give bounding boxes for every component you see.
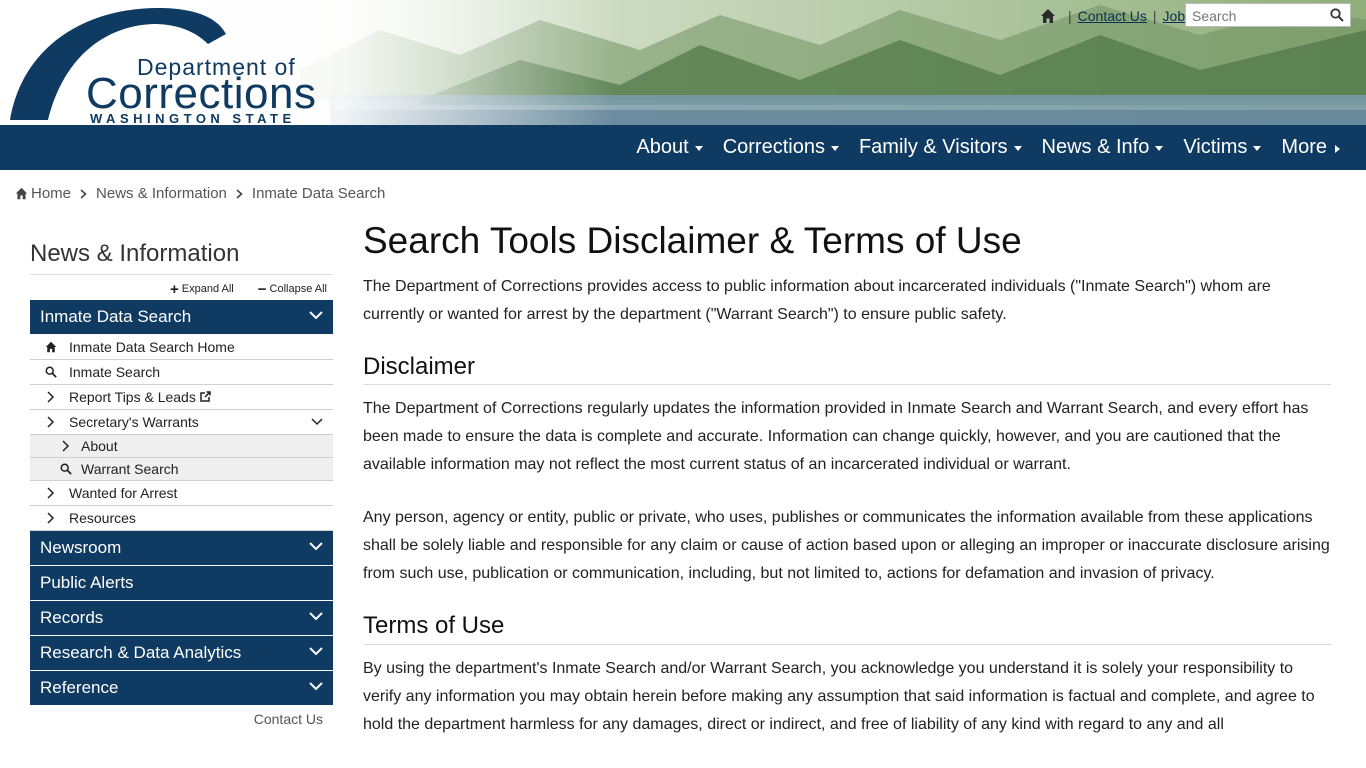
sidebar-item-warrant-search[interactable]: Warrant Search xyxy=(30,458,333,481)
section-label: Public Alerts xyxy=(40,573,134,592)
section-label: Reference xyxy=(40,678,119,697)
disclaimer-paragraph-1: The Department of Corrections regularly … xyxy=(363,400,1309,473)
breadcrumb: Home News & Information Inmate Data Sear… xyxy=(15,185,385,202)
nav-family-visitors[interactable]: Family & Visitors xyxy=(859,136,1022,159)
disclaimer-heading: Disclaimer xyxy=(363,352,1331,385)
contact-us-link[interactable]: Contact Us xyxy=(1078,8,1147,24)
sidebar-item-label: Secretary's Warrants xyxy=(69,414,199,430)
expand-all-button[interactable]: + Expand All xyxy=(170,281,234,298)
chevron-right-icon xyxy=(236,188,243,199)
chevron-right-icon xyxy=(47,391,55,403)
nav-news-info[interactable]: News & Info xyxy=(1042,136,1164,159)
sidebar-item-label: Resources xyxy=(69,510,136,526)
search-icon xyxy=(60,463,72,475)
chevron-right-icon xyxy=(47,512,55,524)
sidebar-item-secretarys-warrants[interactable]: Secretary's Warrants xyxy=(30,410,333,435)
minus-icon: − xyxy=(257,280,267,298)
home-icon[interactable] xyxy=(1040,8,1056,24)
sidebar-item-inmate-search[interactable]: Inmate Search xyxy=(30,360,333,385)
nav-label: Corrections xyxy=(722,136,825,158)
chevron-right-icon xyxy=(62,440,70,452)
nav-label: Family & Visitors xyxy=(858,136,1008,158)
chevron-down-icon xyxy=(309,311,323,320)
main-content: Search Tools Disclaimer & Terms of Use T… xyxy=(363,218,1331,739)
expand-collapse-controls: + Expand All − Collapse All xyxy=(30,278,333,300)
chevron-down-icon xyxy=(309,682,323,691)
sidebar-section-reference[interactable]: Reference xyxy=(30,671,333,706)
search-icon xyxy=(45,366,57,378)
separator: | xyxy=(1068,8,1072,24)
nav-victims[interactable]: Victims xyxy=(1183,136,1262,159)
external-link-icon xyxy=(200,391,211,402)
section-label: Research & Data Analytics xyxy=(40,643,242,662)
sidebar-item-inmate-data-search-home[interactable]: Inmate Data Search Home xyxy=(30,335,333,360)
utility-links: | Contact Us | Jobs xyxy=(1040,4,1192,28)
caret-right-icon xyxy=(1335,144,1340,153)
sidebar-title: News & Information xyxy=(30,236,333,275)
plus-icon: + xyxy=(170,280,179,298)
sidebar-item-report-tips-leads[interactable]: Report Tips & Leads xyxy=(30,385,333,410)
separator: | xyxy=(1152,8,1157,24)
chevron-down-icon[interactable] xyxy=(311,418,323,426)
sidebar-section-research-data-analytics[interactable]: Research & Data Analytics xyxy=(30,636,333,671)
search-icon[interactable] xyxy=(1330,8,1344,22)
collapse-all-button[interactable]: − Collapse All xyxy=(258,281,327,298)
caret-down-icon xyxy=(1155,146,1164,151)
disclaimer-paragraph-2: Any person, agency or entity, public or … xyxy=(363,509,1330,582)
section-label: Records xyxy=(40,608,104,627)
collapse-all-label: Collapse All xyxy=(269,283,327,295)
sidebar-item-label: Report Tips & Leads xyxy=(69,389,196,405)
main-navbar: About Corrections Family & Visitors News… xyxy=(0,125,1366,170)
sidebar-section-newsroom[interactable]: Newsroom xyxy=(30,531,333,566)
intro-paragraph: The Department of Corrections provides a… xyxy=(363,278,1271,323)
sidebar-item-label: About xyxy=(81,438,118,454)
chevron-right-icon xyxy=(47,487,55,499)
site-search-box xyxy=(1185,3,1351,27)
caret-down-icon xyxy=(830,146,839,151)
nav-label: Victims xyxy=(1183,136,1248,158)
sidebar-contact-us-link[interactable]: Contact Us xyxy=(30,711,333,727)
sidebar-item-label: Warrant Search xyxy=(81,461,179,477)
nav-more[interactable]: More xyxy=(1281,136,1340,159)
sidebar-item-label: Inmate Data Search Home xyxy=(69,339,235,355)
sidebar-section-public-alerts[interactable]: Public Alerts xyxy=(30,566,333,601)
terms-paragraph-1: By using the department's Inmate Search … xyxy=(363,660,1315,733)
page-title: Search Tools Disclaimer & Terms of Use xyxy=(363,220,1022,261)
section-label: Inmate Data Search xyxy=(40,307,192,326)
sidebar-item-label: Inmate Search xyxy=(69,364,161,380)
chevron-down-icon xyxy=(309,542,323,551)
nav-label: More xyxy=(1281,136,1327,158)
sidebar-item-label: Wanted for Arrest xyxy=(69,485,178,501)
chevron-right-icon xyxy=(80,188,87,199)
nav-corrections[interactable]: Corrections xyxy=(723,136,839,159)
sidebar-item-resources[interactable]: Resources xyxy=(30,506,333,531)
section-label: Newsroom xyxy=(40,538,122,557)
home-icon xyxy=(45,341,57,353)
chevron-right-icon xyxy=(47,416,55,428)
nav-label: About xyxy=(636,136,689,158)
caret-down-icon xyxy=(694,146,703,151)
breadcrumb-current: Inmate Data Search xyxy=(251,185,386,202)
site-header: Department of Corrections WASHINGTON STA… xyxy=(0,0,1366,125)
chevron-down-icon xyxy=(309,612,323,621)
nav-label: News & Info xyxy=(1041,136,1150,158)
expand-all-label: Expand All xyxy=(181,283,234,295)
terms-of-use-heading: Terms of Use xyxy=(363,611,1331,645)
caret-down-icon xyxy=(1013,146,1022,151)
breadcrumb-home[interactable]: Home xyxy=(31,185,71,202)
sidebar: News & Information + Expand All − Collapse… xyxy=(30,236,333,727)
breadcrumb-news-information[interactable]: News & Information xyxy=(96,185,227,202)
site-logo[interactable]: Department of Corrections WASHINGTON STA… xyxy=(8,4,316,125)
sidebar-item-wanted-for-arrest[interactable]: Wanted for Arrest xyxy=(30,481,333,506)
chevron-down-icon xyxy=(309,647,323,656)
logo-state-text: WASHINGTON STATE xyxy=(90,111,296,125)
caret-down-icon xyxy=(1253,146,1262,151)
nav-about[interactable]: About xyxy=(636,136,703,159)
search-input[interactable] xyxy=(1190,5,1329,27)
sidebar-item-about[interactable]: About xyxy=(30,435,333,458)
sidebar-section-inmate-data-search[interactable]: Inmate Data Search xyxy=(30,300,333,335)
sidebar-section-records[interactable]: Records xyxy=(30,601,333,636)
home-icon xyxy=(15,187,28,200)
